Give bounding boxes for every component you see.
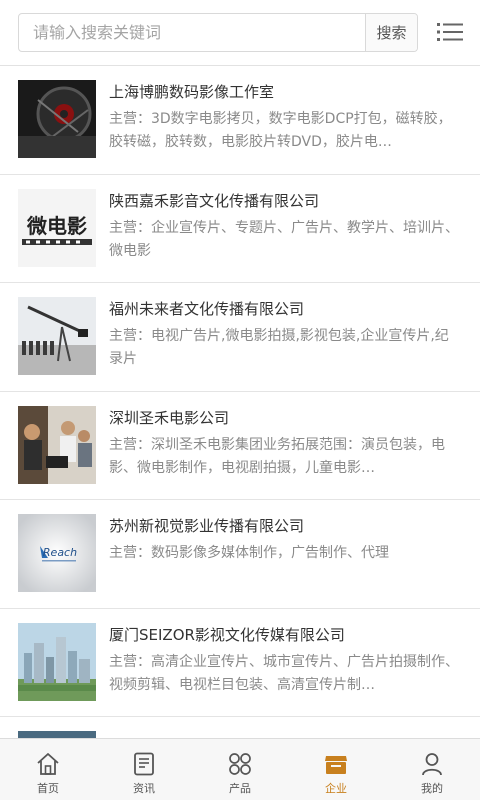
tab-label: 首页 — [37, 782, 59, 795]
company-list: 上海博鹏数码影像工作室 主营：3D数字电影拷贝，数字电影DCP打包，磁转胶，胶转… — [0, 66, 480, 738]
bottom-tab-bar: 首页 资讯 产品 企业 我的 — [0, 738, 480, 800]
tab-mine[interactable]: 我的 — [384, 739, 480, 800]
company-description: 主营：高清企业宣传片、城市宣传片、广告片拍摄制作、视频剪辑、电视栏目包装、高清宣… — [109, 653, 459, 693]
company-thumbnail[interactable]: 微电影 — [18, 188, 96, 267]
company-thumbnail[interactable] — [18, 405, 96, 484]
reach-logo-image: Reach — [18, 514, 96, 592]
company-description: 主营：数码影像多媒体制作，广告制作、代理 — [109, 545, 389, 561]
tab-label: 我的 — [421, 782, 443, 795]
camera-crane-image — [18, 297, 96, 375]
company-thumbnail[interactable] — [18, 622, 96, 701]
tab-label: 资讯 — [133, 782, 155, 795]
svg-text:微电影: 微电影 — [26, 214, 87, 238]
micro-film-logo-image: 微电影 — [18, 188, 96, 267]
city-skyline-image — [18, 622, 96, 701]
top-bar: 搜索 — [0, 0, 480, 66]
company-description: 主营：企业宣传片、专题片、广告片、教学片、培训片、微电影 — [109, 219, 459, 259]
grid-icon — [229, 753, 251, 775]
film-reel-image — [18, 80, 96, 158]
company-title[interactable]: 陕西嘉禾影音文化传播有限公司 — [109, 190, 459, 211]
search-input[interactable] — [19, 14, 366, 51]
search-button[interactable]: 搜索 — [365, 14, 417, 51]
company-thumbnail[interactable] — [18, 297, 96, 375]
company-description: 主营：电视广告片,微电影拍摄,影视包装,企业宣传片,纪录片 — [109, 328, 449, 367]
tab-label: 企业 — [325, 782, 347, 795]
company-thumbnail[interactable]: Reach — [18, 514, 96, 592]
tab-news[interactable]: 资讯 — [96, 739, 192, 800]
home-icon — [37, 753, 59, 775]
tab-label: 产品 — [229, 782, 251, 795]
company-thumbnail[interactable] — [18, 731, 96, 738]
list-item[interactable] — [0, 717, 480, 738]
list-item[interactable]: 厦门SEIZOR影视文化传媒有限公司 主营：高清企业宣传片、城市宣传片、广告片拍… — [0, 609, 480, 717]
company-title[interactable]: 厦门SEIZOR影视文化传媒有限公司 — [109, 624, 459, 645]
list-item[interactable]: Reach 苏州新视觉影业传播有限公司 主营：数码影像多媒体制作，广告制作、代理 — [0, 500, 480, 609]
svg-text:Reach: Reach — [43, 546, 77, 559]
film-crew-image — [18, 405, 96, 484]
company-title[interactable]: 上海博鹏数码影像工作室 — [109, 81, 459, 102]
list-item[interactable]: 微电影 陕西嘉禾影音文化传播有限公司 主营：企业宣传片、专题片、广告片、教学片、… — [0, 175, 480, 283]
shop-icon — [325, 756, 347, 774]
company-title[interactable]: 福州未来者文化传播有限公司 — [109, 298, 459, 319]
list-menu-icon[interactable] — [436, 18, 464, 46]
company-description: 主营：3D数字电影拷贝，数字电影DCP打包，磁转胶，胶转磁，胶转数，电影胶片转D… — [109, 111, 452, 150]
user-icon — [422, 753, 442, 776]
news-icon — [134, 752, 154, 776]
tab-home[interactable]: 首页 — [0, 739, 96, 800]
company-description: 主营：深圳圣禾电影集团业务拓展范围：演员包装，电影、微电影制作，电视剧拍摄，儿童… — [109, 436, 445, 476]
company-thumbnail[interactable] — [18, 80, 96, 158]
list-item[interactable]: 福州未来者文化传播有限公司 主营：电视广告片,微电影拍摄,影视包装,企业宣传片,… — [0, 283, 480, 392]
tab-enterprise[interactable]: 企业 — [288, 739, 384, 800]
company-title[interactable]: 深圳圣禾电影公司 — [109, 407, 459, 428]
search-box: 搜索 — [18, 13, 418, 52]
company-title[interactable]: 苏州新视觉影业传播有限公司 — [109, 515, 459, 536]
tab-products[interactable]: 产品 — [192, 739, 288, 800]
partial-thumbnail-image — [18, 731, 96, 738]
list-item[interactable]: 深圳圣禾电影公司 主营：深圳圣禾电影集团业务拓展范围：演员包装，电影、微电影制作… — [0, 392, 480, 500]
list-item[interactable]: 上海博鹏数码影像工作室 主营：3D数字电影拷贝，数字电影DCP打包，磁转胶，胶转… — [0, 66, 480, 175]
